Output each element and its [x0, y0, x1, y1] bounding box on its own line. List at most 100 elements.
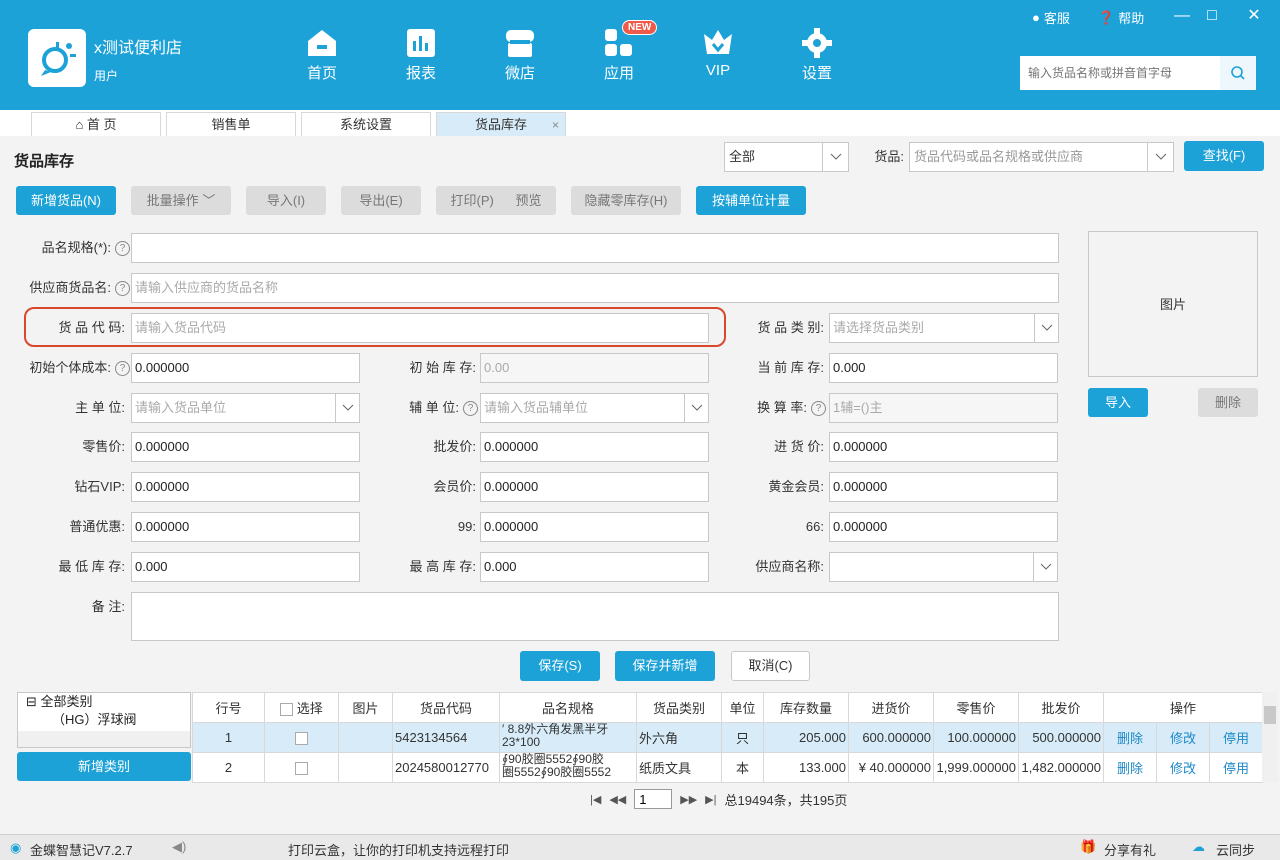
normal-input[interactable]: 0.000000 [131, 512, 360, 542]
next-page-icon[interactable]: ▶▶ [680, 793, 697, 806]
nav-report[interactable]: 报表 [386, 28, 456, 83]
nav-settings[interactable]: 设置 [782, 28, 852, 83]
supplier-select[interactable] [829, 552, 1058, 582]
tab-home[interactable]: ⌂ 首 页 [31, 112, 161, 136]
export-button[interactable]: 导出(E) [341, 186, 421, 215]
diamond-vip-input[interactable]: 0.000000 [131, 472, 360, 502]
maximize-button[interactable]: □ [1200, 4, 1224, 28]
preview-button[interactable]: 预览 [515, 193, 541, 208]
min-stock-input[interactable]: 0.000 [131, 552, 360, 582]
tab-inventory[interactable]: 货品库存 × [436, 112, 566, 136]
tree-node[interactable]: （HG）浮球阀 [18, 711, 190, 729]
gold-input[interactable]: 0.000000 [829, 472, 1058, 502]
service-link[interactable]: ● 客服 [1032, 8, 1070, 27]
aux-unit-select[interactable]: 请输入货品辅单位 [480, 393, 709, 423]
tree-root[interactable]: ⊟ 全部类别 [18, 693, 190, 711]
main-unit-select[interactable]: 请输入货品单位 [131, 393, 360, 423]
col-header[interactable]: 品名规格 [499, 692, 637, 723]
first-page-icon[interactable]: |◀ [590, 793, 601, 806]
help-icon[interactable]: ? [463, 401, 478, 417]
sync-link[interactable]: 云同步 [1216, 840, 1255, 859]
table-vscroll[interactable] [1262, 692, 1278, 782]
cell-select[interactable] [264, 722, 339, 753]
checkbox-icon[interactable] [280, 703, 294, 717]
table-row[interactable]: 2 2024580012770 ∮90胶圈5552∮90胶 圈5552∮90胶圈5… [192, 752, 1264, 783]
goods-search-input[interactable]: 货品代码或品名规格或供应商 [909, 142, 1174, 172]
aux-unit-button[interactable]: 按辅单位计量 [696, 186, 806, 215]
code-input[interactable]: 请输入货品代码 [131, 313, 709, 343]
add-goods-button[interactable]: 新增货品(N) [16, 186, 116, 215]
share-link[interactable]: 分享有礼 [1104, 840, 1156, 859]
col-header[interactable]: 货品类别 [636, 692, 722, 723]
hide-zero-button[interactable]: 隐藏零库存(H) [571, 186, 681, 215]
max-stock-input[interactable]: 0.000 [480, 552, 709, 582]
col-header-select[interactable]: 选择 [264, 692, 339, 723]
image-delete-button[interactable]: 删除 [1198, 388, 1258, 417]
search-button[interactable] [1220, 56, 1256, 90]
init-stock-input[interactable]: 0.00 [480, 353, 709, 383]
init-cost-input[interactable]: 0.000000 [131, 353, 360, 383]
filter-select[interactable]: 全部 [724, 142, 849, 172]
edit-link[interactable]: 修改 [1156, 722, 1210, 753]
price-99-input[interactable]: 0.000000 [480, 512, 709, 542]
status-message[interactable]: 打印云盒，让你的打印机支持远程打印 [288, 840, 509, 859]
col-header[interactable]: 库存数量 [763, 692, 849, 723]
supplier-goods-input[interactable]: 请输入供应商的货品名称 [131, 273, 1059, 303]
delete-link[interactable]: 删除 [1103, 722, 1157, 753]
page-input[interactable] [634, 789, 673, 809]
col-header[interactable]: 单位 [721, 692, 764, 723]
help-icon[interactable]: ? [115, 281, 130, 297]
help-icon[interactable]: ? [115, 241, 130, 257]
purchase-input[interactable]: 0.000000 [829, 432, 1058, 462]
wholesale-input[interactable]: 0.000000 [480, 432, 709, 462]
last-page-icon[interactable]: ▶| [705, 793, 716, 806]
tree-hscroll[interactable] [18, 731, 190, 747]
retail-input[interactable]: 0.000000 [131, 432, 360, 462]
col-header[interactable]: 进货价 [848, 692, 934, 723]
save-button[interactable]: 保存(S) [520, 651, 600, 681]
add-category-button[interactable]: 新增类别 [17, 752, 191, 781]
help-icon[interactable]: ? [811, 401, 826, 417]
disable-link[interactable]: 停用 [1208, 722, 1264, 753]
batch-button[interactable]: 批量操作 ﹀ [131, 186, 231, 215]
conv-rate-input[interactable]: 1辅=()主 [829, 393, 1058, 423]
image-import-button[interactable]: 导入 [1088, 388, 1148, 417]
nav-shop[interactable]: 微店 [485, 28, 555, 83]
collapse-icon[interactable]: ⊟ [26, 694, 37, 709]
help-icon[interactable]: ? [115, 361, 130, 377]
delete-link[interactable]: 删除 [1103, 752, 1157, 783]
price-66-input[interactable]: 0.000000 [829, 512, 1058, 542]
tab-sales[interactable]: 销售单 [166, 112, 296, 136]
save-new-button[interactable]: 保存并新增 [615, 651, 715, 681]
cur-stock-input[interactable]: 0.000 [829, 353, 1058, 383]
checkbox-icon[interactable] [295, 732, 308, 746]
find-button[interactable]: 查找(F) [1184, 141, 1264, 171]
disable-link[interactable]: 停用 [1208, 752, 1264, 783]
search-input[interactable] [1020, 56, 1220, 90]
close-button[interactable]: ✕ [1242, 4, 1266, 28]
help-link[interactable]: ❓ 帮助 [1098, 8, 1144, 27]
member-input[interactable]: 0.000000 [480, 472, 709, 502]
category-select[interactable]: 请选择货品类别 [829, 313, 1059, 343]
nav-apps[interactable]: NEW 应用 [584, 20, 658, 83]
table-row[interactable]: 1 5423134564 ′ 8.8外六角发黑半牙 23*100 外六角 只 20… [192, 722, 1264, 753]
prev-page-icon[interactable]: ◀◀ [609, 793, 626, 806]
scroll-thumb[interactable] [1264, 706, 1276, 724]
remark-input[interactable] [131, 592, 1059, 641]
tab-settings[interactable]: 系统设置 [301, 112, 431, 136]
minimize-button[interactable]: — [1170, 4, 1194, 28]
checkbox-icon[interactable] [295, 762, 308, 776]
name-spec-input[interactable] [131, 233, 1059, 263]
cell-select[interactable] [264, 752, 339, 783]
cell-buy: ¥ 40.000000 [848, 752, 934, 783]
col-header[interactable]: 货品代码 [392, 692, 500, 723]
col-header[interactable]: 零售价 [933, 692, 1019, 723]
print-button[interactable]: 打印(P) [451, 193, 494, 208]
nav-vip[interactable]: VIP [683, 28, 753, 79]
close-icon[interactable]: × [552, 113, 559, 137]
nav-home[interactable]: 首页 [287, 28, 357, 83]
col-header[interactable]: 批发价 [1018, 692, 1104, 723]
cancel-button[interactable]: 取消(C) [731, 651, 810, 681]
edit-link[interactable]: 修改 [1156, 752, 1210, 783]
import-button[interactable]: 导入(I) [246, 186, 326, 215]
